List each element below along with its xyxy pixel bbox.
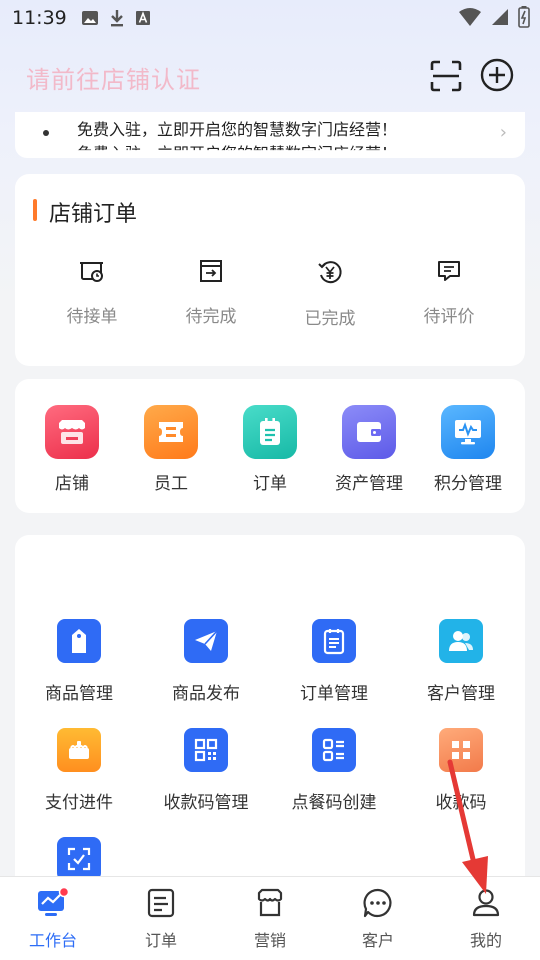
notice-banner[interactable]: 免费入驻，立即开启您的智慧数字门店经营！ 免费入驻，立即开启您的智慧数字门店经营…: [15, 112, 525, 158]
send-icon: [184, 619, 228, 663]
order-status-to-review[interactable]: 待评价: [399, 258, 499, 327]
customers-icon: [439, 619, 483, 663]
scan-icon[interactable]: [430, 60, 462, 92]
quick-label: 积分管理: [434, 474, 502, 494]
section-accent-bar: [33, 199, 37, 221]
bullet-dot: [43, 130, 49, 136]
notice-text: 免费入驻，立即开启您的智慧数字门店经营！: [77, 120, 398, 139]
wallet-icon: [342, 405, 396, 459]
tools-card: 商品管理 商品发布 订单管理 客户管理 支付进件 收款码管理 点餐码创建 收款码: [15, 535, 525, 881]
tab-customers[interactable]: 客户: [333, 887, 423, 951]
collect-code-icon: [439, 728, 483, 772]
tool-product-publish[interactable]: 商品发布: [146, 619, 266, 704]
quick-label: 店铺: [55, 474, 89, 494]
scan-verify-icon: [57, 837, 101, 881]
pending-order-icon: [80, 262, 103, 282]
font-a-icon: [135, 11, 150, 25]
download-icon: [110, 10, 123, 27]
menu-qr-icon: [312, 728, 356, 772]
quick-order[interactable]: 订单: [220, 405, 320, 494]
quick-staff[interactable]: 员工: [121, 405, 221, 494]
tool-label: 订单管理: [300, 684, 368, 704]
tool-label: 商品管理: [45, 684, 113, 704]
order-status-label: 已完成: [304, 309, 356, 329]
quick-label: 订单: [253, 474, 287, 494]
tool-collection-code-management[interactable]: 收款码管理: [146, 728, 266, 813]
tab-label: 工作台: [28, 931, 77, 950]
tool-order-management[interactable]: 订单管理: [274, 619, 394, 704]
tab-label: 订单: [144, 931, 177, 950]
order-list-icon: [312, 619, 356, 663]
staff-icon: [144, 405, 198, 459]
tool-label: 收款码管理: [163, 793, 249, 813]
tab-mine[interactable]: 我的: [441, 887, 531, 951]
tool-label: 点餐码创建: [291, 793, 377, 813]
tab-marketing[interactable]: 营销: [225, 887, 315, 951]
store-orders-title: 店铺订单: [49, 202, 138, 227]
order-icon: [243, 405, 297, 459]
tab-label: 客户: [361, 931, 394, 950]
status-bar: 11:39: [0, 0, 540, 36]
tab-orders[interactable]: 订单: [116, 887, 206, 951]
order-status-pending[interactable]: 待接单: [42, 258, 142, 327]
quick-assets[interactable]: 资产管理: [319, 405, 419, 494]
gallery-icon: [81, 11, 98, 25]
qr-code-icon: [184, 728, 228, 772]
profile-icon: [472, 889, 500, 917]
bottom-tab-bar: 工作台 订单 营销 客户 我的: [0, 876, 540, 960]
status-time: 11:39: [12, 7, 67, 29]
wifi-icon: [459, 8, 481, 26]
store-orders-card: 店铺订单 待接单 待完成 已完成 待评价: [15, 174, 525, 366]
tool-product-management[interactable]: 商品管理: [19, 619, 139, 704]
points-icon: [441, 405, 495, 459]
tab-workbench[interactable]: 工作台: [8, 887, 98, 951]
signal-icon: [492, 9, 508, 25]
tool-customer-management[interactable]: 客户管理: [401, 619, 521, 704]
dashboard-icon: [38, 887, 70, 916]
tool-collection-code[interactable]: 收款码: [401, 728, 521, 813]
order-status-completed[interactable]: 已完成: [280, 258, 380, 329]
tool-verification[interactable]: [19, 837, 139, 881]
add-icon[interactable]: [480, 58, 514, 92]
completed-yen-icon: [318, 261, 342, 284]
tool-menu-code-create[interactable]: 点餐码创建: [274, 728, 394, 813]
tab-label: 营销: [253, 931, 286, 950]
tool-label: 商品发布: [172, 684, 240, 704]
order-tab-icon: [147, 888, 175, 918]
store-verification-title[interactable]: 请前往店铺认证: [26, 60, 201, 95]
order-status-label: 待评价: [423, 307, 475, 327]
battery-icon: [518, 6, 530, 28]
order-status-label: 待完成: [185, 307, 237, 327]
tool-label: 客户管理: [427, 684, 495, 704]
quick-label: 员工: [154, 474, 188, 494]
chat-icon: [363, 888, 392, 918]
quick-store[interactable]: 店铺: [22, 405, 122, 494]
quick-label: 资产管理: [335, 474, 403, 494]
marketing-icon: [257, 888, 283, 917]
store-icon: [45, 405, 99, 459]
notice-text-next: 免费入驻，立即开启您的智慧数字门店经营！: [77, 144, 398, 158]
tab-label: 我的: [469, 931, 502, 950]
quick-points[interactable]: 积分管理: [418, 405, 518, 494]
chevron-right-icon: ›: [499, 122, 507, 143]
order-status-label: 待接单: [66, 307, 118, 327]
tag-icon: [57, 619, 101, 663]
tool-payment-onboarding[interactable]: 支付进件: [19, 728, 139, 813]
payment-icon: [57, 728, 101, 772]
tool-label: 支付进件: [45, 793, 113, 813]
order-status-to-complete[interactable]: 待完成: [161, 258, 261, 327]
quick-entries-card: 店铺 员工 订单 资产管理 积分管理: [15, 379, 525, 513]
review-icon: [438, 261, 460, 281]
top-header: 请前往店铺认证: [0, 52, 540, 102]
tool-label: 收款码: [435, 793, 487, 813]
to-complete-icon: [200, 260, 222, 282]
